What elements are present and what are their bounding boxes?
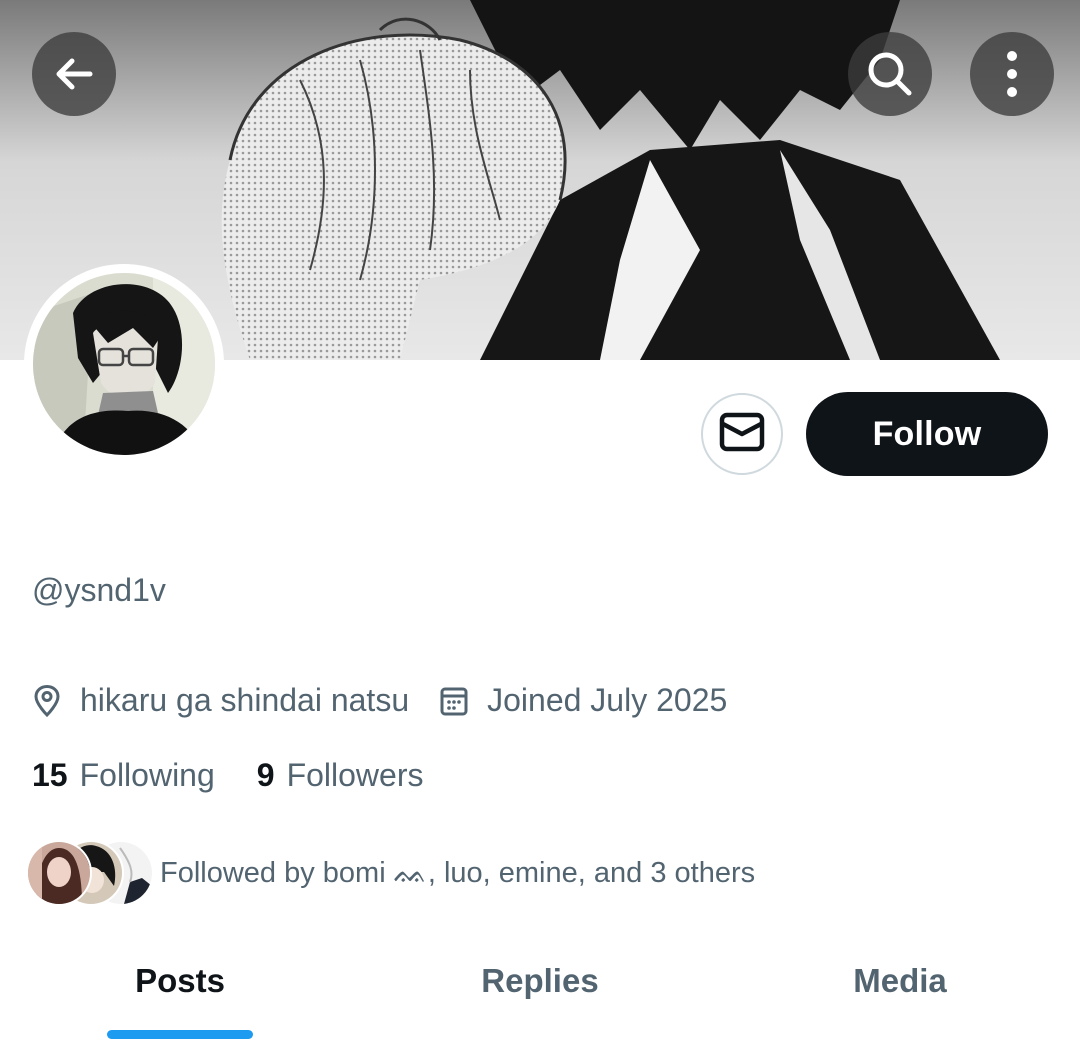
- tab-label: Posts: [135, 962, 225, 999]
- profile-avatar[interactable]: [24, 264, 224, 464]
- tab-label: Replies: [481, 962, 599, 999]
- tab-label: Media: [853, 962, 947, 999]
- follow-button[interactable]: Follow: [806, 392, 1048, 476]
- follower-avatar: [26, 840, 92, 906]
- profile-stats: 15 Following 9 Followers: [32, 757, 423, 794]
- following-link[interactable]: 15 Following: [32, 757, 215, 794]
- following-label: Following: [79, 757, 215, 793]
- followed-by-row[interactable]: Followed by bomi ᨐ, luo, emine, and 3 ot…: [26, 840, 755, 906]
- profile-location: hikaru ga shindai natsu: [80, 682, 410, 718]
- avatar-image: [33, 273, 215, 455]
- followers-link[interactable]: 9 Followers: [257, 757, 424, 794]
- follower-avatars: [26, 840, 154, 906]
- tab-posts[interactable]: Posts: [0, 950, 360, 1041]
- profile-handle: @ysnd1v: [32, 572, 166, 608]
- calendar-icon: [439, 685, 469, 717]
- followers-count: 9: [256, 757, 275, 793]
- profile-joined-date: Joined July 2025: [487, 682, 728, 718]
- active-tab-indicator: [107, 1030, 253, 1039]
- tab-media[interactable]: Media: [720, 950, 1080, 1041]
- location-pin-icon: [32, 684, 62, 718]
- followed-by-text: Followed by bomi ᨐ, luo, emine, and 3 ot…: [160, 856, 756, 889]
- tab-replies[interactable]: Replies: [360, 950, 720, 1041]
- profile-page: Follow @ysnd1v hikaru ga shindai natsu J…: [0, 0, 1080, 1041]
- more-options-button[interactable]: [970, 32, 1054, 116]
- search-button[interactable]: [848, 32, 932, 116]
- more-vertical-icon: [1002, 48, 1022, 100]
- search-icon: [864, 48, 916, 100]
- message-button[interactable]: [701, 393, 783, 475]
- back-button[interactable]: [32, 32, 116, 116]
- profile-tabs: Posts Replies Media: [0, 950, 1080, 1041]
- profile-meta: hikaru ga shindai natsu Joined July 2025: [32, 682, 727, 719]
- envelope-icon: [719, 412, 765, 457]
- followers-label: Followers: [286, 757, 424, 793]
- arrow-left-icon: [50, 50, 98, 98]
- following-count: 15: [32, 757, 68, 793]
